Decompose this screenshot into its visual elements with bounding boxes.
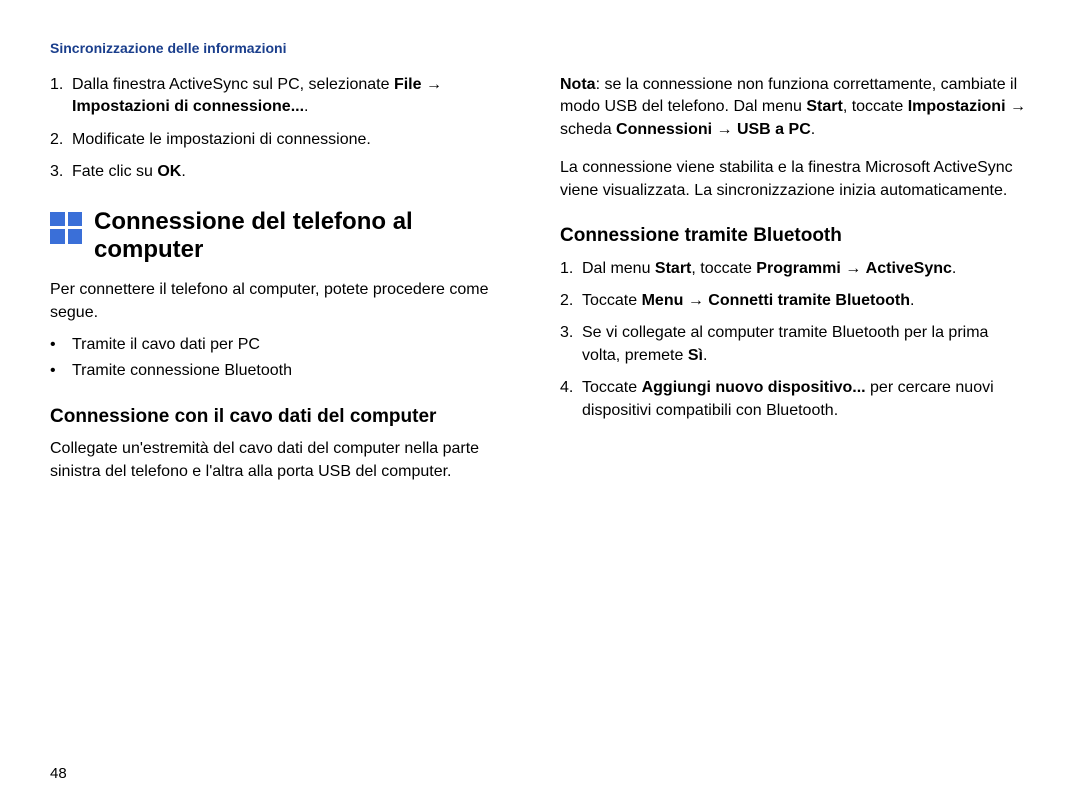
section-title: Connessione del telefono al computer (94, 208, 520, 266)
list-number: 2. (50, 129, 72, 151)
list-text: Se vi collegate al computer tramite Blue… (582, 322, 1030, 367)
list-text: Dalla finestra ActiveSync sul PC, selezi… (72, 74, 520, 119)
list-text: Modificate le impostazioni di connession… (72, 129, 520, 151)
bullet-text: Tramite il cavo dati per PC (72, 334, 260, 356)
list-item: 1.Dalla finestra ActiveSync sul PC, sele… (50, 74, 520, 119)
bullet-dot-icon: • (50, 334, 72, 356)
bullet-item: •Tramite il cavo dati per PC (50, 334, 520, 356)
grid-squares-icon (50, 212, 82, 244)
content-columns: 1.Dalla finestra ActiveSync sul PC, sele… (50, 74, 1030, 493)
note-label: Nota (560, 76, 596, 93)
list-number: 3. (50, 161, 72, 183)
list-text: Toccate Menu → Connetti tramite Bluetoot… (582, 290, 1030, 312)
list-item: 4.Toccate Aggiungi nuovo dispositivo... … (560, 377, 1030, 422)
list-item: 3.Fate clic su OK. (50, 161, 520, 183)
list-item: 1.Dal menu Start, toccate Programmi → Ac… (560, 258, 1030, 280)
page-number: 48 (50, 765, 67, 782)
note-body: : se la connessione non funziona corrett… (560, 76, 1026, 138)
list-item: 2.Modificate le impostazioni di connessi… (50, 129, 520, 151)
list-number: 3. (560, 322, 582, 367)
list-text: Fate clic su OK. (72, 161, 520, 183)
intro-paragraph: Per connettere il telefono al computer, … (50, 279, 520, 324)
subsection-paragraph: Collegate un'estremità del cavo dati del… (50, 438, 520, 483)
list-number: 2. (560, 290, 582, 312)
ordered-list-1: 1.Dalla finestra ActiveSync sul PC, sele… (50, 74, 520, 184)
bullet-text: Tramite connessione Bluetooth (72, 360, 292, 382)
bullet-item: •Tramite connessione Bluetooth (50, 360, 520, 382)
list-item: 2.Toccate Menu → Connetti tramite Blueto… (560, 290, 1030, 312)
section-header: Sincronizzazione delle informazioni (50, 40, 1030, 56)
subsection-title: Connessione con il cavo dati del compute… (50, 405, 520, 429)
list-item: 3.Se vi collegate al computer tramite Bl… (560, 322, 1030, 367)
section-title-row: Connessione del telefono al computer (50, 208, 520, 266)
subsection-title-bt: Connessione tramite Bluetooth (560, 224, 1030, 248)
bullet-list: •Tramite il cavo dati per PC•Tramite con… (50, 334, 520, 383)
note-block: Nota: se la connessione non funziona cor… (560, 74, 1030, 141)
list-text: Toccate Aggiungi nuovo dispositivo... pe… (582, 377, 1030, 422)
bullet-dot-icon: • (50, 360, 72, 382)
list-number: 1. (50, 74, 72, 119)
list-number: 4. (560, 377, 582, 422)
list-text: Dal menu Start, toccate Programmi → Acti… (582, 258, 1030, 280)
list-number: 1. (560, 258, 582, 280)
ordered-list-2: 1.Dal menu Start, toccate Programmi → Ac… (560, 258, 1030, 422)
paragraph: La connessione viene stabilita e la fine… (560, 157, 1030, 202)
right-column: Nota: se la connessione non funziona cor… (560, 74, 1030, 493)
left-column: 1.Dalla finestra ActiveSync sul PC, sele… (50, 74, 520, 493)
note-text: Nota: se la connessione non funziona cor… (560, 74, 1030, 141)
